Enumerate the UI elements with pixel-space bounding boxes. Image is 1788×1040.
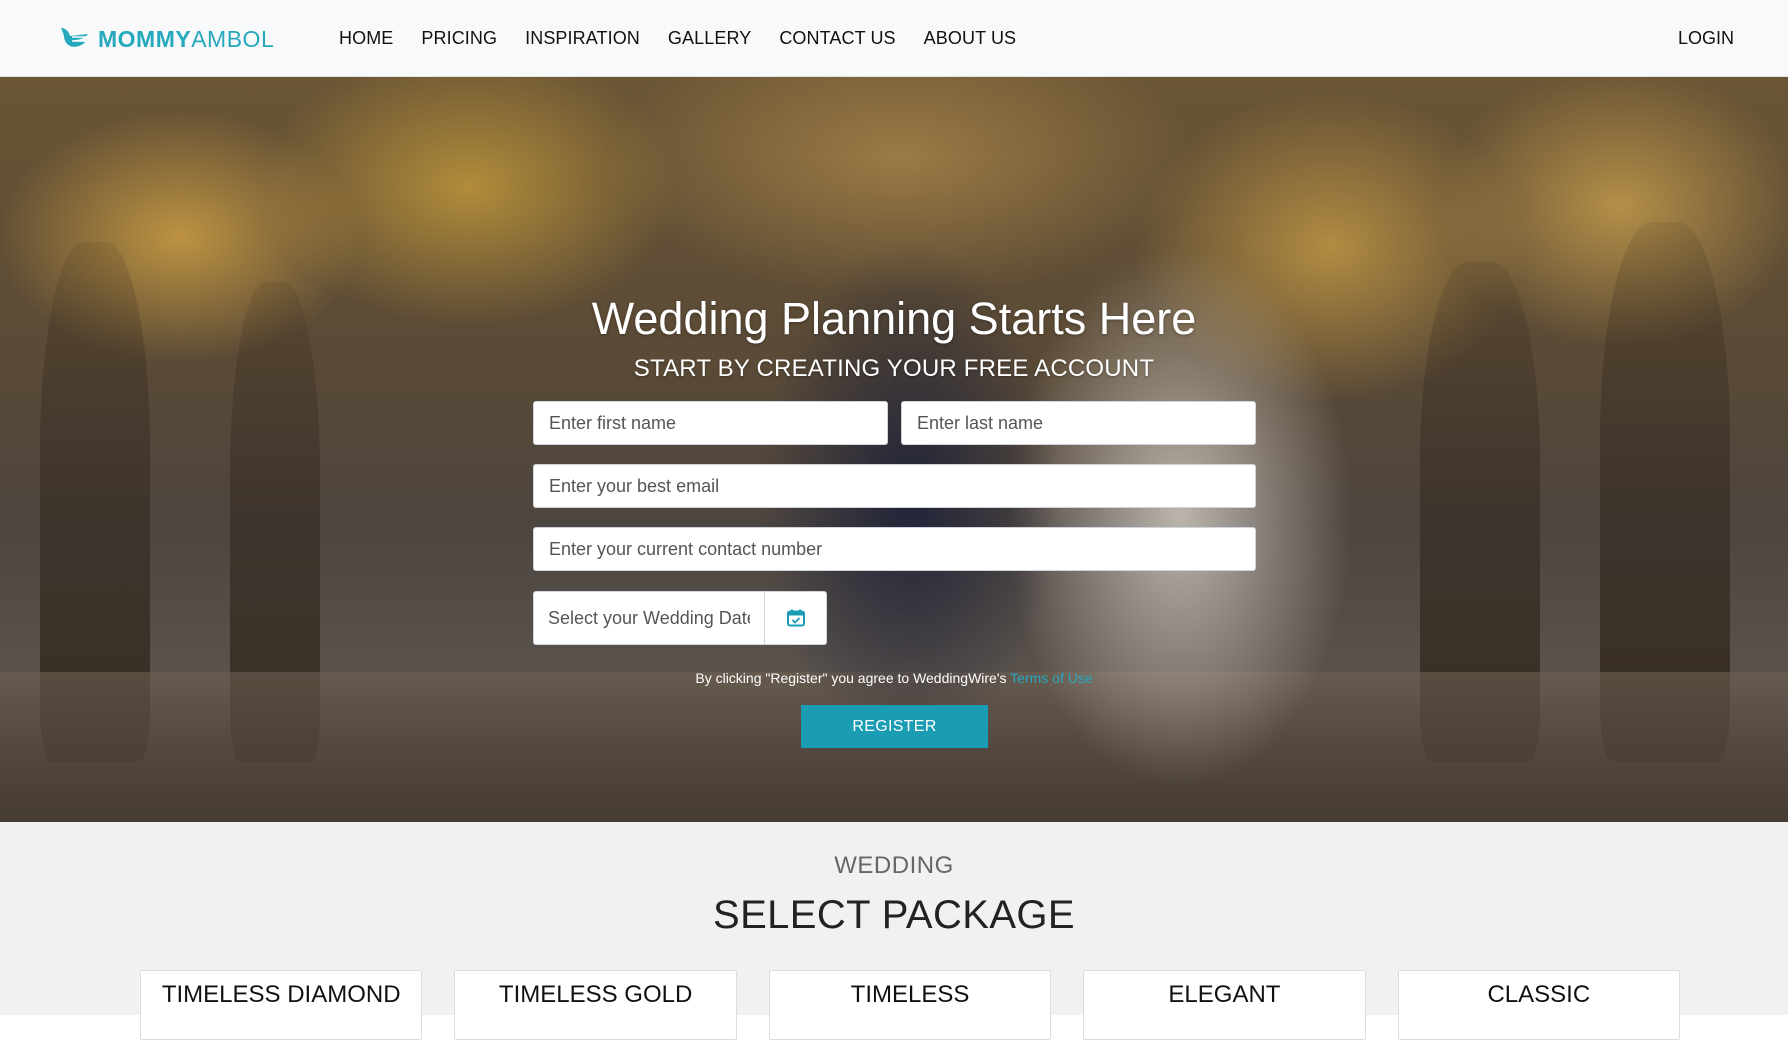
packages-title: SELECT PACKAGE	[712, 893, 1076, 937]
package-card-timeless-diamond[interactable]: TIMELESS DIAMOND	[140, 970, 423, 1040]
nav-pricing-link[interactable]: PRICING	[421, 28, 497, 49]
hero-title: Wedding Planning Starts Here	[591, 293, 1197, 344]
login-link[interactable]: LOGIN	[1678, 0, 1734, 77]
top-navbar: MOMMYAMBOL HOME PRICING INSPIRATION GALL…	[0, 0, 1788, 77]
nav-gallery-link[interactable]: GALLERY	[668, 28, 751, 49]
package-card-elegant[interactable]: ELEGANT	[1083, 970, 1366, 1040]
package-card-timeless[interactable]: TIMELESS	[768, 970, 1052, 1040]
phone-input[interactable]	[533, 527, 1256, 571]
package-card-timeless-gold[interactable]: TIMELESS GOLD	[454, 970, 737, 1040]
terms-of-use-link[interactable]: Terms of Use	[1010, 670, 1092, 686]
nav-menu: HOME PRICING INSPIRATION GALLERY CONTACT…	[339, 0, 1016, 77]
terms-text: By clicking "Register" you agree to Wedd…	[695, 670, 1011, 686]
terms-notice: By clicking "Register" you agree to Wedd…	[0, 670, 1788, 686]
nav-home-link[interactable]: HOME	[339, 28, 393, 49]
brand-logo[interactable]: MOMMYAMBOL	[58, 22, 274, 56]
nav-about-link[interactable]: ABOUT US	[924, 28, 1017, 49]
package-list: TIMELESS DIAMOND TIMELESS GOLD TIMELESS …	[140, 970, 1681, 1040]
hero-subtitle: START BY CREATING YOUR FREE ACCOUNT	[633, 355, 1155, 382]
package-card-classic[interactable]: CLASSIC	[1397, 970, 1681, 1040]
bird-logo-icon	[61, 28, 88, 47]
wedding-date-picker	[533, 591, 827, 645]
brand-name: MOMMYAMBOL	[98, 25, 275, 52]
packages-section: WEDDING SELECT PACKAGE TIMELESS DIAMOND …	[0, 822, 1788, 1040]
email-input[interactable]	[533, 464, 1256, 508]
last-name-input[interactable]	[901, 401, 1256, 445]
wedding-date-input[interactable]	[534, 592, 764, 644]
calendar-button[interactable]	[764, 592, 826, 644]
first-name-input[interactable]	[533, 401, 888, 445]
calendar-check-icon	[786, 609, 805, 627]
register-button[interactable]: REGISTER	[801, 705, 988, 748]
nav-inspiration-link[interactable]: INSPIRATION	[525, 28, 640, 49]
packages-eyebrow: WEDDING	[834, 852, 954, 879]
nav-contact-link[interactable]: CONTACT US	[779, 28, 895, 49]
